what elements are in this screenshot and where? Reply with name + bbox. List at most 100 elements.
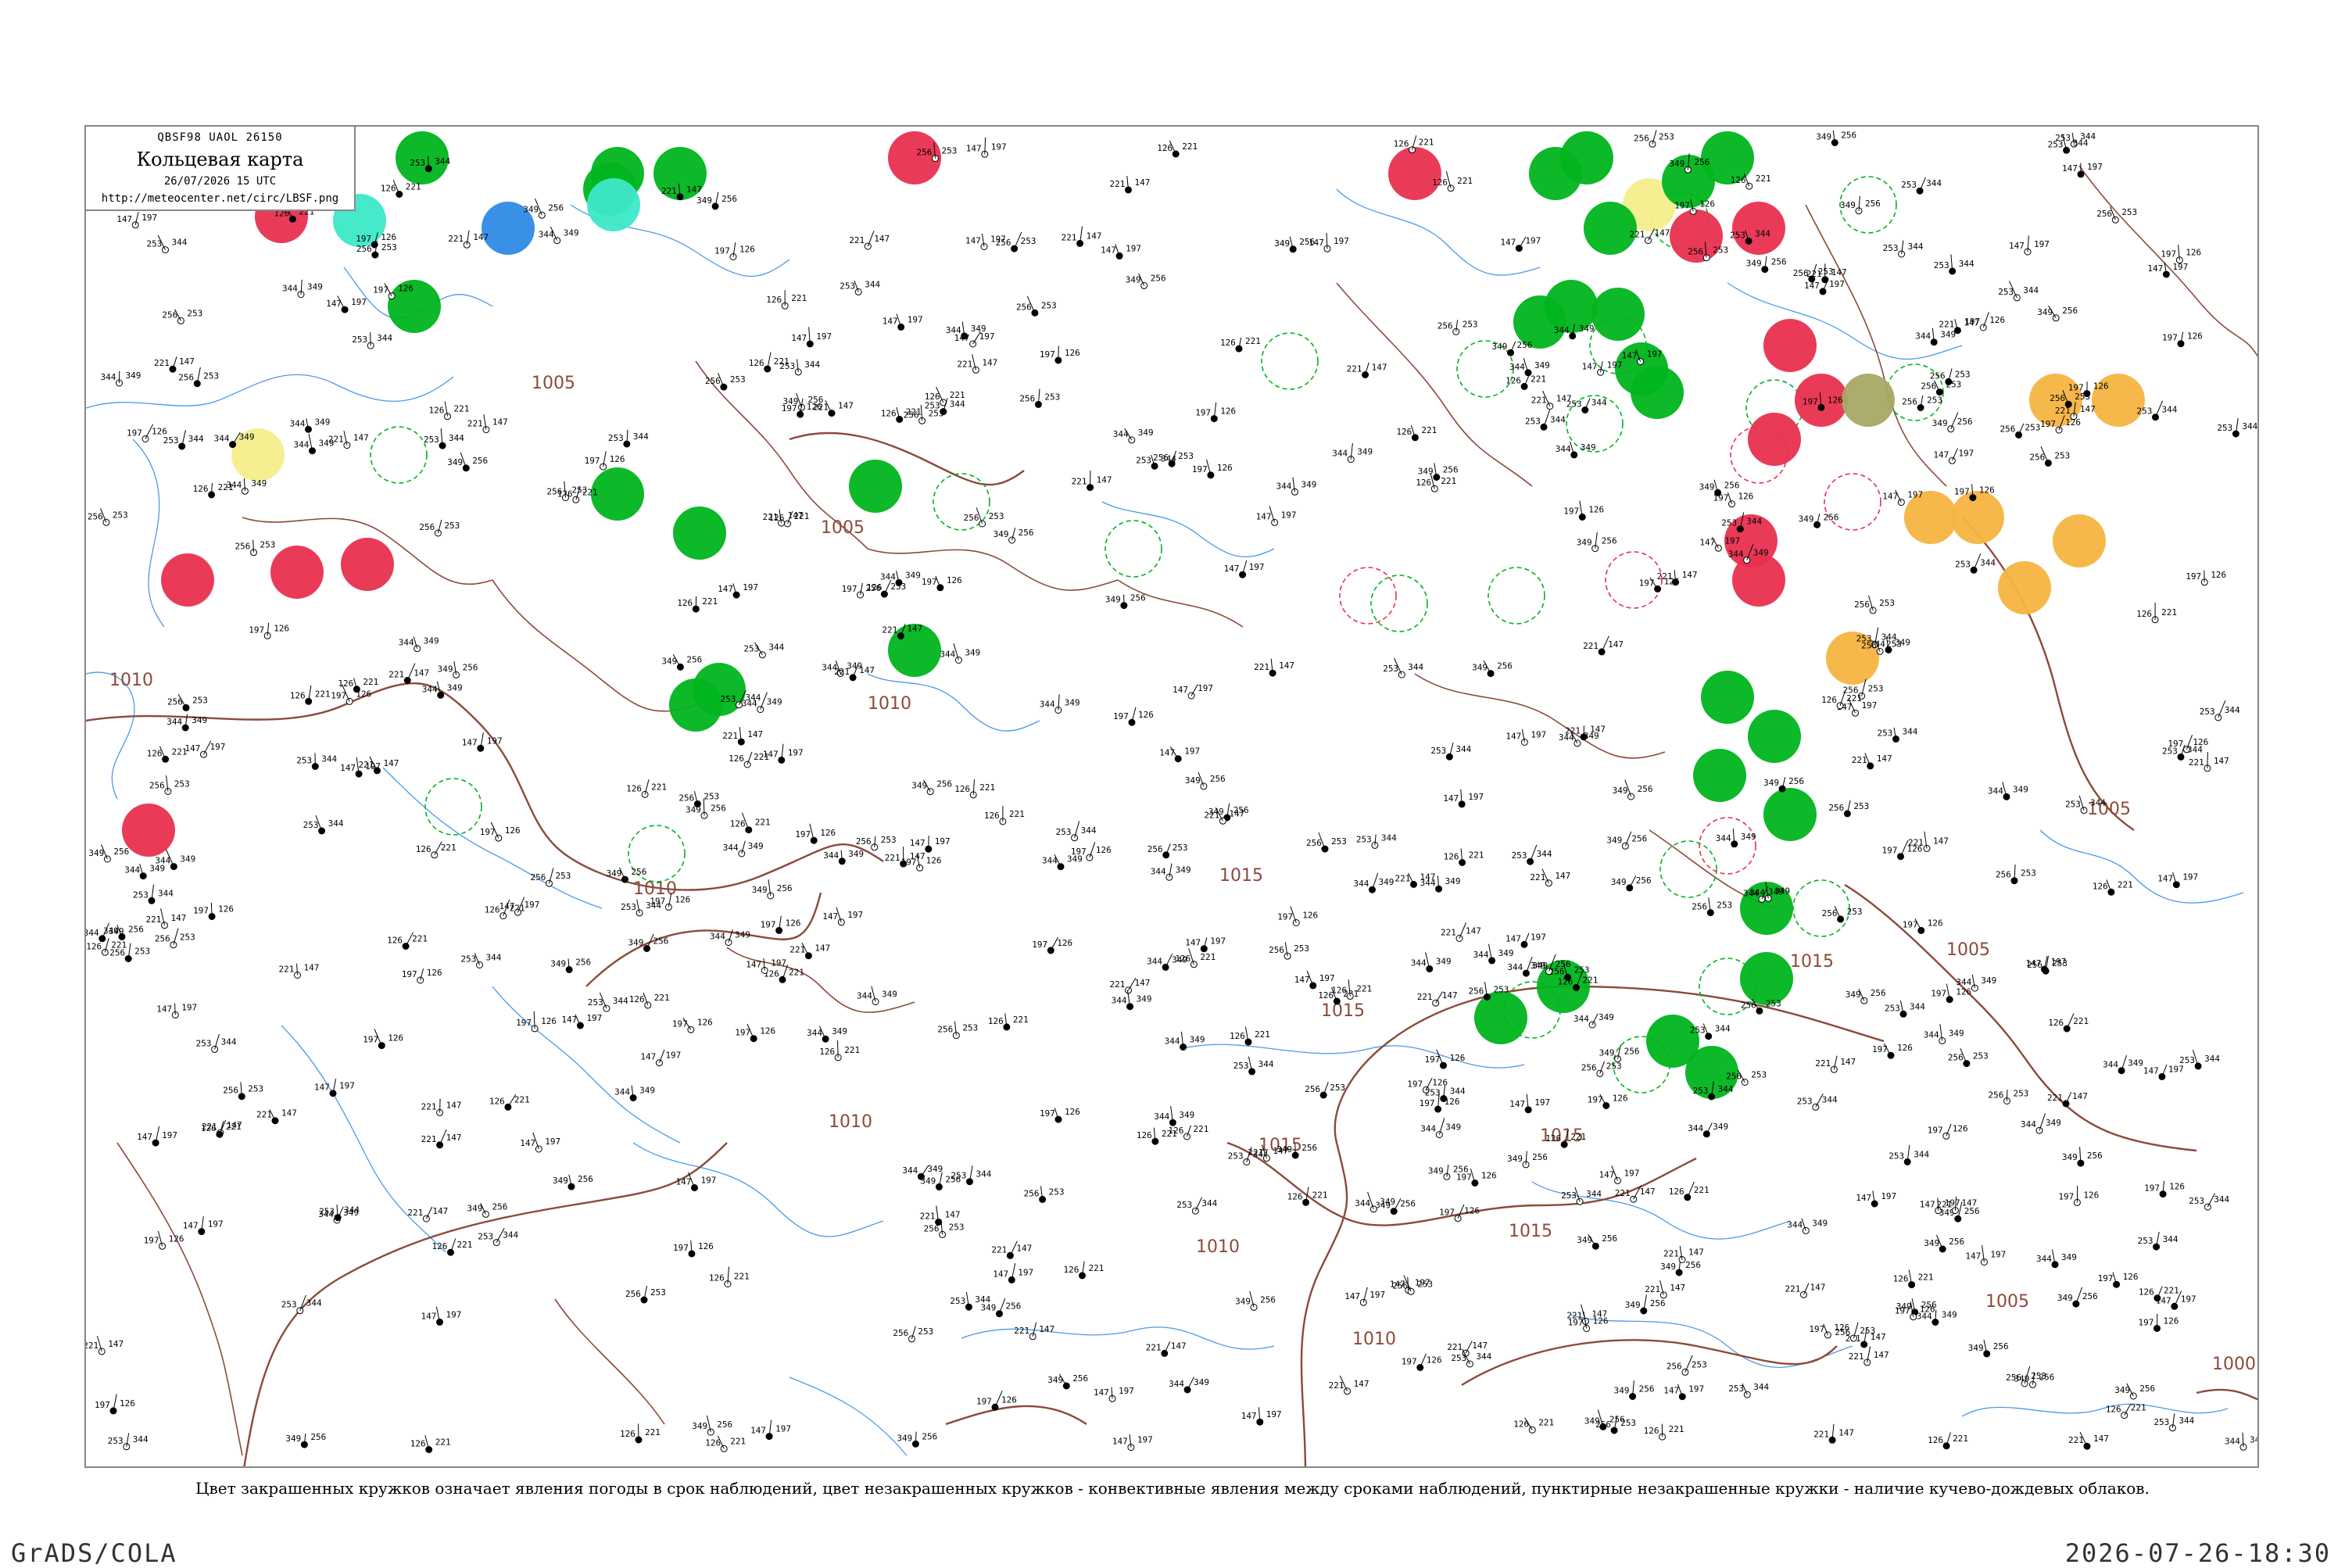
station-value: 344 xyxy=(1507,962,1523,972)
station-plot: 197126 xyxy=(1040,346,1080,364)
station-value: 256 xyxy=(1930,371,1946,381)
station-plot: 349256 xyxy=(1840,196,1881,214)
station-plot: 349256 xyxy=(696,192,737,209)
station-value: 253 xyxy=(1693,1086,1709,1096)
station-marker xyxy=(1219,818,1226,824)
station-value: 256 xyxy=(996,238,1011,248)
station-plot: 197126 xyxy=(1439,1205,1480,1222)
station-value: 147 xyxy=(1965,1251,1981,1262)
station-value: 349 xyxy=(2014,1373,2030,1384)
station-value: 197 xyxy=(1407,1079,1423,1089)
station-value: 147 xyxy=(1172,685,1188,695)
station-value: 349 xyxy=(1126,274,1141,285)
station-value: 147 xyxy=(1087,231,1102,241)
station-value: 126 xyxy=(485,905,500,915)
station-value: 221 xyxy=(651,782,667,792)
station-value: 126 xyxy=(505,825,521,836)
station-value: 344 xyxy=(1914,1149,1929,1159)
station-value: 256 xyxy=(1993,1341,2009,1351)
station-value: 344 xyxy=(1169,1379,1184,1389)
weather-circle xyxy=(1951,491,2004,544)
station-value: 221 xyxy=(755,818,771,828)
station-value: 197 xyxy=(1369,1290,1385,1300)
isobar-label: 1005 xyxy=(1946,940,1990,960)
station-marker xyxy=(388,293,395,299)
station-plot: 197126 xyxy=(585,451,625,470)
station-value: 253 xyxy=(478,1232,493,1242)
station-plot: 253344 xyxy=(779,359,820,375)
weather-circle xyxy=(388,280,441,333)
station-value: 256 xyxy=(1631,833,1647,843)
station-value: 349 xyxy=(1357,447,1373,457)
station-plot: 253344 xyxy=(1176,1197,1217,1215)
wind-barb xyxy=(1373,873,1378,890)
station-value: 147 xyxy=(1171,1341,1187,1351)
station-value: 197 xyxy=(1624,1168,1640,1178)
coastline-segment xyxy=(961,1327,1274,1349)
station-value: 221 xyxy=(1936,1200,1952,1210)
station-plot: 197126 xyxy=(1032,937,1072,954)
station-value: 253 xyxy=(704,792,719,802)
station-value: 221 xyxy=(256,1110,272,1120)
station-value: 256 xyxy=(1949,1237,1964,1247)
station-value: 344 xyxy=(940,650,955,660)
weather-circle xyxy=(849,460,902,513)
station-value: 253 xyxy=(108,1436,124,1446)
station-value: 256 xyxy=(1072,1373,1088,1384)
station-plot: 126221 xyxy=(381,180,421,197)
station-value: 253 xyxy=(1041,300,1057,310)
station-value: 349 xyxy=(1445,1122,1461,1133)
station-value: 221 xyxy=(2118,879,2133,890)
station-marker xyxy=(2108,889,2114,895)
station-plot: 349256 xyxy=(1599,1045,1640,1062)
station-value: 221 xyxy=(885,853,900,863)
wind-barb xyxy=(1625,832,1631,847)
map-title-box: QBSF98 UAOL 26150 Кольцевая карта 26/07/… xyxy=(86,127,356,211)
station-value: 147 xyxy=(281,1108,297,1119)
station-value: 147 xyxy=(1874,1350,1889,1360)
station-plot: 147197 xyxy=(1965,1245,2006,1265)
station-value: 253 xyxy=(1566,399,1582,410)
station-plot: 349256 xyxy=(447,453,488,471)
station-value: 221 xyxy=(1329,1380,1344,1391)
station-plot: 344349 xyxy=(1169,1377,1209,1393)
station-plot: 344349 xyxy=(1473,944,1514,964)
station-value: 256 xyxy=(625,1289,641,1299)
station-plot: 126221 xyxy=(709,1267,750,1287)
station-value: 221 xyxy=(2068,1435,2084,1445)
station-value: 344 xyxy=(2162,405,2178,415)
station-plot: 197126 xyxy=(735,1024,775,1042)
station-value: 256 xyxy=(1639,1384,1655,1394)
station-value: 147 xyxy=(171,913,187,923)
station-value: 197 xyxy=(1040,1108,1055,1119)
station-value: 344 xyxy=(1537,849,1552,859)
station-plot: 221147 xyxy=(448,231,489,248)
station-value: 147 xyxy=(1670,1283,1685,1293)
station-value: 253 xyxy=(461,954,477,965)
wind-barb xyxy=(868,231,874,246)
station-value: 147 xyxy=(746,960,761,970)
station-value: 349 xyxy=(607,868,622,879)
station-value: 344 xyxy=(2073,138,2089,148)
station-plot: 344349 xyxy=(823,849,864,865)
station-value: 344 xyxy=(214,434,230,444)
station-value: 221 xyxy=(834,667,850,677)
map-frame: 1005100510101010101010101015101510151015… xyxy=(84,125,2259,1468)
station-value: 197 xyxy=(1903,919,1918,929)
station-value: 147 xyxy=(561,1015,577,1025)
station-value: 197 xyxy=(1425,1054,1441,1065)
station-marker xyxy=(2112,217,2118,223)
station-value: 197 xyxy=(1266,1409,1282,1419)
map-url[interactable]: http://meteocenter.net/circ/LBSF.png xyxy=(86,192,354,205)
station-value: 256 xyxy=(167,696,183,707)
station-plot: 197126 xyxy=(761,916,801,934)
station-value: 344 xyxy=(1787,1219,1803,1230)
station-value: 197 xyxy=(1829,279,1845,289)
station-value: 221 xyxy=(1849,1351,1864,1362)
station-plot: 147197 xyxy=(1443,789,1484,807)
station-value: 197 xyxy=(127,428,142,439)
station-value: 126 xyxy=(1394,139,1409,149)
station-value: 221 xyxy=(2161,607,2177,618)
station-value: 256 xyxy=(1694,157,1710,167)
station-value: 349 xyxy=(661,656,677,666)
